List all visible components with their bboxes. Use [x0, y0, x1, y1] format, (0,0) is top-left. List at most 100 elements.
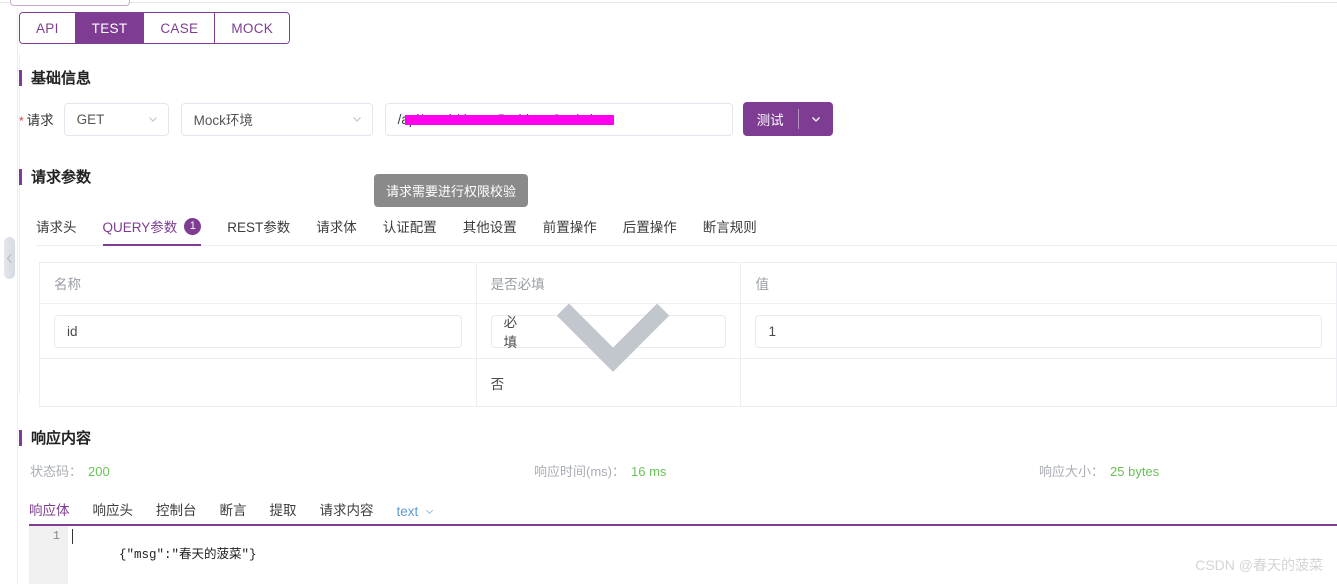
param-tab-assertion[interactable]: 断言规则 [703, 216, 757, 245]
cell-value-empty[interactable] [741, 359, 1337, 407]
request-params-tabs: 请求头 QUERY参数 1 REST参数 请求体 认证配置 其他设置 前置操作 … [36, 214, 1337, 246]
section-title-request-params: 请求参数 [19, 166, 91, 187]
environment-value: Mock环境 [193, 113, 253, 128]
response-tab-console[interactable]: 控制台 [156, 499, 197, 523]
editor-gutter: 1 [29, 526, 68, 584]
table-row: id 必填 1 [40, 303, 1337, 372]
param-tab-body[interactable]: 请求体 [316, 216, 357, 245]
response-tab-body[interactable]: 响应体 [29, 499, 70, 523]
editor-caret [72, 529, 73, 544]
left-rail [0, 8, 18, 584]
param-required-value: 必填 [503, 315, 518, 350]
response-label: 响应内容 [31, 430, 92, 447]
request-field-label: * 请求 [19, 109, 54, 129]
mode-tab-group: API TEST CASE MOCK [19, 12, 291, 44]
response-metrics: 状态码： 200 响应时间(ms)： 16 ms 响应大小： 25 bytes [0, 461, 1337, 479]
param-tab-headers[interactable]: 请求头 [36, 216, 77, 245]
request-label-text: 请求 [26, 113, 54, 128]
param-tab-query[interactable]: QUERY参数 1 [102, 216, 202, 246]
param-tab-auth[interactable]: 认证配置 [383, 216, 437, 245]
response-time-value: 16 ms [631, 464, 667, 479]
column-header-name: 名称 [40, 263, 477, 304]
param-tab-rest[interactable]: REST参数 [227, 216, 290, 245]
cell-name: id [40, 304, 477, 359]
param-name-value: id [67, 323, 78, 339]
param-value-text: 1 [768, 323, 776, 339]
response-tab-extract[interactable]: 提取 [270, 499, 297, 523]
response-size-value: 25 bytes [1110, 464, 1160, 479]
tab-mock[interactable]: MOCK [215, 13, 290, 43]
basic-info-label: 基础信息 [31, 70, 92, 87]
response-body-editor[interactable]: 1 {"msg":"春天的菠菜"} [29, 524, 1337, 584]
collapse-panel-handle[interactable] [4, 237, 15, 279]
status-code-value: 200 [88, 464, 110, 479]
cell-name-empty[interactable] [40, 359, 477, 407]
query-params-table: 名称 是否必填 值 id 必填 1 否 [39, 262, 1337, 407]
response-time-metric: 响应时间(ms)： 16 ms [534, 461, 666, 480]
editor-content[interactable]: {"msg":"春天的菠菜"} [68, 526, 1337, 584]
cell-required: 必填 [476, 303, 742, 372]
param-tab-other[interactable]: 其他设置 [463, 216, 517, 245]
top-divider-right [1281, 2, 1337, 3]
permission-tooltip: 请求需要进行权限校验 [374, 174, 529, 207]
response-tab-headers[interactable]: 响应头 [93, 499, 134, 523]
response-tab-request[interactable]: 请求内容 [320, 499, 374, 523]
request-params-label: 请求参数 [31, 169, 92, 186]
environment-select[interactable]: Mock环境 [180, 102, 373, 136]
section-title-response: 响应内容 [19, 427, 91, 448]
response-tab-assert[interactable]: 断言 [220, 499, 247, 523]
send-test-dropdown[interactable] [799, 113, 833, 125]
top-divider [0, 2, 1337, 3]
editor-code-text: {"msg":"春天的菠菜"} [119, 548, 257, 562]
required-asterisk: * [19, 114, 24, 128]
param-value-input[interactable]: 1 [755, 314, 1322, 348]
chevron-down-icon [557, 303, 670, 372]
top-partial-control [10, 0, 130, 6]
param-tab-label: 其他设置 [462, 220, 517, 235]
watermark: CSDN @春天的菠菜 [1195, 557, 1323, 573]
app-root: API TEST CASE MOCK 基础信息 *请求 GET Mock环境 /… [0, 0, 1337, 584]
chevron-left-icon [6, 253, 12, 263]
response-size-label: 响应大小： [1039, 464, 1105, 479]
section-accent-bar [19, 168, 22, 185]
query-param-count-badge: 1 [184, 217, 202, 235]
param-tab-label: 请求体 [316, 220, 357, 235]
param-tab-label: 请求头 [36, 220, 77, 235]
param-tab-label: 断言规则 [702, 220, 757, 235]
response-time-label: 响应时间(ms)： [534, 464, 625, 479]
section-title-basic-info: 基础信息 [19, 67, 91, 88]
param-name-input[interactable]: id [54, 314, 462, 348]
response-tabs: 响应体 响应头 控制台 断言 提取 请求内容 text [29, 499, 435, 523]
chevron-down-icon [811, 117, 820, 122]
tab-api[interactable]: API [20, 13, 76, 43]
param-required-select[interactable]: 必填 [490, 303, 727, 372]
param-tab-post-operation[interactable]: 后置操作 [623, 216, 677, 245]
param-tab-label: 后置操作 [622, 220, 677, 235]
http-method-select[interactable]: GET [63, 102, 169, 136]
param-tab-label: 前置操作 [542, 220, 597, 235]
response-format-value: text [396, 503, 419, 519]
chevron-down-icon [352, 117, 361, 122]
send-test-button[interactable]: 测试 [742, 102, 833, 136]
url-input[interactable]: /api/mock/demo-Problem-Statistic [384, 102, 733, 136]
chevron-down-icon [426, 509, 434, 514]
section-accent-bar [19, 429, 22, 446]
cell-value: 1 [741, 304, 1337, 359]
param-tab-label: REST参数 [227, 220, 291, 235]
tab-test[interactable]: TEST [75, 13, 145, 43]
chevron-down-icon [148, 117, 157, 122]
param-tab-pre-operation[interactable]: 前置操作 [543, 216, 597, 245]
status-code-label: 状态码： [30, 464, 83, 479]
response-format-select[interactable]: text [397, 504, 436, 519]
param-tab-label: 认证配置 [382, 220, 437, 235]
tab-case[interactable]: CASE [144, 13, 216, 43]
http-method-value: GET [76, 111, 105, 127]
response-size-metric: 响应大小： 25 bytes [1039, 461, 1159, 480]
url-redaction-overlay [404, 114, 614, 125]
column-header-value: 值 [741, 263, 1337, 304]
section-accent-bar [19, 69, 22, 86]
request-row: *请求 GET Mock环境 /api/mock/demo-Problem-St… [19, 102, 833, 136]
param-tab-label: QUERY参数 [102, 220, 178, 235]
send-test-label: 测试 [756, 113, 784, 128]
status-code-metric: 状态码： 200 [30, 461, 110, 480]
